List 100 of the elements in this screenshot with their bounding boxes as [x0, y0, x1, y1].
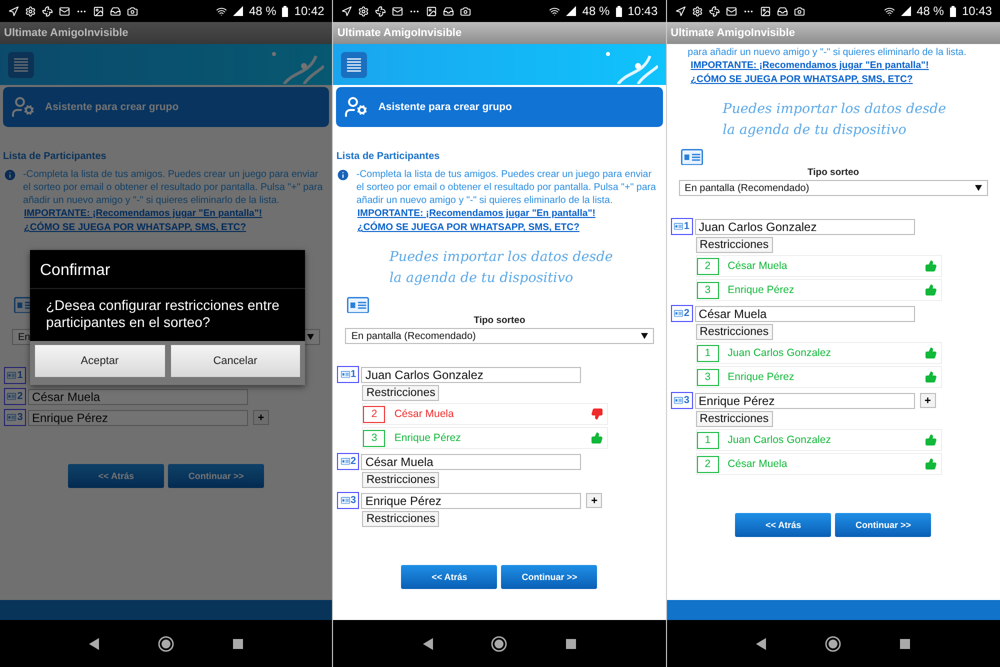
participant-number: 3 — [17, 412, 23, 423]
restriction-name: César Muela — [728, 458, 788, 470]
contact-card-icon — [674, 397, 683, 404]
back-icon[interactable] — [756, 638, 766, 650]
participant-number: 2 — [17, 391, 23, 402]
thumbs-down-icon[interactable] — [591, 408, 604, 420]
restriction-row[interactable]: 2 César Muela — [362, 403, 608, 425]
dialog-title: Confirmar — [30, 250, 305, 289]
name-field[interactable]: Enrique Pérez — [694, 392, 915, 408]
participant-number: 1 — [684, 221, 690, 232]
add-button[interactable]: + — [586, 493, 602, 508]
mail-icon — [392, 6, 404, 16]
app-title: Ultimate AmigoInvisible — [670, 27, 795, 39]
name-field[interactable]: César Muela — [361, 454, 582, 470]
help-link[interactable]: ¿CÓMO SE JUEGA POR WHATSAPP, SMS, ETC? — [690, 73, 1000, 87]
back-icon[interactable] — [422, 638, 433, 650]
pinwheel-icon — [708, 6, 720, 16]
info-icon — [3, 168, 17, 182]
thumbs-up-icon[interactable] — [924, 284, 937, 296]
camera-icon — [460, 6, 472, 16]
restrictions-button[interactable]: Restricciones — [696, 411, 773, 427]
info-text: para añadir un nuevo amigo y "-" si quieres eliminarlo de la lista. — [688, 46, 966, 59]
info-text: -Completa la lista de tus amigos. Puedes crear un juego para enviar el sorteo por email o obtener el resultado por pantalla. Pulsa "+" para añadir un nuevo amigo y "-" si quieres eliminarlo de la lista. — [23, 168, 324, 207]
restriction-number: 2 — [696, 258, 719, 274]
signal-icon — [232, 6, 243, 16]
home-icon[interactable] — [158, 636, 174, 652]
thumbs-up-icon[interactable] — [924, 371, 937, 383]
image-icon — [93, 6, 104, 16]
recents-icon[interactable] — [232, 638, 243, 648]
thumbs-up-icon[interactable] — [924, 458, 937, 470]
restrictions-button[interactable]: Restricciones — [362, 511, 440, 527]
draw-type-select[interactable]: En pantalla (Recomendado) — [678, 180, 988, 196]
nav-button[interactable]: << Atrás — [735, 513, 832, 537]
add-button[interactable]: + — [253, 410, 269, 425]
restrictions-button[interactable]: Restricciones — [696, 237, 773, 253]
contact-card-icon — [7, 372, 16, 379]
app-title: Ultimate AmigoInvisible — [337, 27, 462, 39]
contact-card-icon — [680, 148, 703, 165]
recents-icon[interactable] — [900, 638, 910, 648]
import-hint: Puedes importar los datos desde la agenda de tu dispositivo — [722, 100, 948, 140]
wifi-icon — [549, 6, 560, 16]
add-button[interactable]: + — [920, 393, 936, 408]
restriction-name: Enrique Pérez — [394, 432, 462, 444]
thumbs-up-icon[interactable] — [924, 347, 937, 359]
contact-card-icon — [340, 458, 350, 465]
name-field[interactable]: César Muela — [694, 306, 915, 322]
draw-type-select[interactable]: En pantalla (Recomendado) — [345, 328, 654, 344]
camera-icon — [794, 6, 805, 16]
section-heading: Lista de Participantes — [336, 151, 441, 162]
thumbs-up-icon[interactable] — [924, 434, 937, 446]
thumbs-up-icon[interactable] — [924, 260, 937, 272]
contact-card-icon — [674, 223, 683, 230]
participant-number: 3 — [350, 495, 356, 506]
nav-button[interactable]: Continuar >> — [835, 513, 932, 537]
home-icon[interactable] — [825, 636, 842, 652]
name-field[interactable]: Juan Carlos Gonzalez — [694, 218, 915, 234]
restriction-name: Juan Carlos Gonzalez — [728, 434, 832, 446]
restrictions-button[interactable]: Restricciones — [362, 472, 440, 488]
name-field[interactable]: César Muela — [28, 388, 248, 404]
gear-icon — [358, 6, 370, 16]
section-heading: Lista de Participantes — [3, 151, 108, 162]
battery-icon — [950, 6, 956, 16]
signal-icon — [900, 6, 911, 16]
info-text: -Completa la lista de tus amigos. Puedes crear un juego para enviar el sorteo por email o obtener el resultado por pantalla. Pulsa "+" para añadir un nuevo amigo y "-" si quieres eliminarlo de la lista. — [356, 168, 658, 207]
thumbs-up-icon[interactable] — [591, 432, 604, 444]
tray-icon — [443, 6, 454, 16]
restrictions-button[interactable]: Restricciones — [362, 385, 440, 401]
pinwheel-icon — [42, 6, 53, 16]
navigation-icon — [674, 6, 686, 16]
navigation-icon — [8, 6, 19, 16]
wizard-title: Asistente para crear grupo — [378, 101, 512, 113]
draw-type-label: Tipo sorteo — [472, 315, 526, 326]
back-icon[interactable] — [89, 638, 100, 650]
wizard-title: Asistente para crear grupo — [45, 101, 179, 113]
contact-card-icon — [340, 371, 350, 378]
participant-number: 2 — [350, 456, 356, 467]
participant-number: 1 — [350, 369, 356, 380]
dialog-button[interactable]: Aceptar — [35, 345, 164, 377]
help-link[interactable]: ¿CÓMO SE JUEGA POR WHATSAPP, SMS, ETC? — [357, 221, 666, 235]
nav-button[interactable]: Continuar >> — [501, 565, 598, 589]
mail-icon — [59, 6, 70, 16]
gear-icon — [25, 6, 36, 16]
name-field[interactable]: Juan Carlos Gonzalez — [361, 366, 582, 382]
contact-card-icon — [7, 414, 16, 421]
gear-icon — [692, 6, 703, 16]
name-field[interactable]: Enrique Pérez — [28, 410, 248, 426]
recents-icon[interactable] — [566, 638, 576, 648]
contact-card-icon — [340, 497, 350, 504]
camera-icon — [127, 6, 138, 16]
dialog-message: ¿Desea configurar restricciones entre participantes en el sorteo? — [45, 296, 280, 332]
menu-icon[interactable] — [341, 52, 368, 78]
home-icon[interactable] — [491, 636, 508, 652]
dialog-button[interactable]: Cancelar — [170, 345, 300, 377]
menu-icon[interactable] — [8, 52, 34, 78]
name-field[interactable]: Enrique Pérez — [361, 492, 582, 508]
restriction-name: Juan Carlos Gonzalez — [728, 347, 832, 359]
help-link[interactable]: IMPORTANTE: ¡Recomendamos jugar "En pantalla"! — [690, 59, 1000, 73]
restrictions-button[interactable]: Restricciones — [696, 324, 773, 340]
help-link[interactable]: IMPORTANTE: ¡Recomendamos jugar "En pantalla"! — [357, 207, 666, 221]
nav-button[interactable]: << Atrás — [401, 565, 498, 589]
